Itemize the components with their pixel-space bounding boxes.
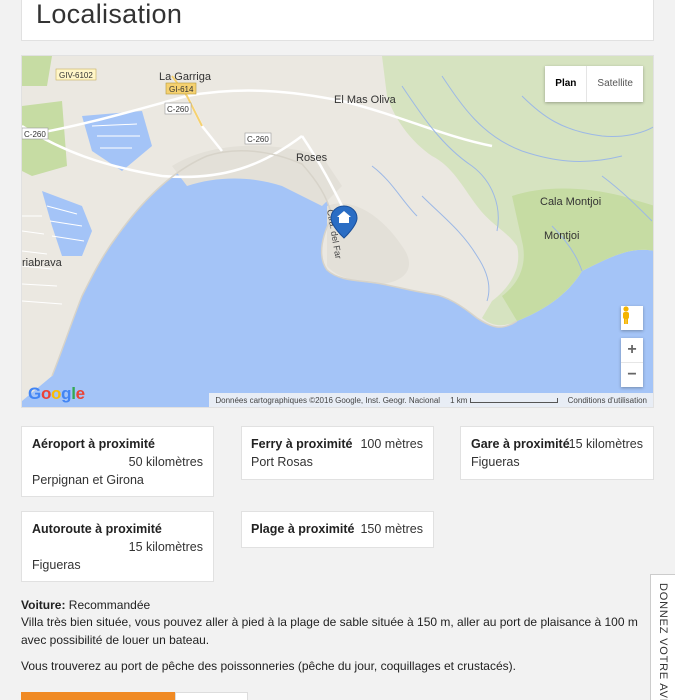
proximity-label: Autoroute à proximité xyxy=(32,522,162,536)
map-type-control: Plan Satellite xyxy=(545,66,643,102)
zoom-out-button[interactable]: − xyxy=(621,363,643,387)
car-value: Recommandée xyxy=(68,598,151,612)
map-attribution-bar: Données cartographiques ©2016 Google, In… xyxy=(209,393,653,407)
proximity-distance: 150 mètres xyxy=(360,522,423,536)
map-label-gi614: GI-614 xyxy=(169,85,194,94)
proximity-place: Figueras xyxy=(32,558,81,572)
secondary-action-button[interactable] xyxy=(175,692,248,700)
description-paragraph-1: Villa très bien située, vous pouvez alle… xyxy=(21,615,638,647)
map-label-c260-a: C-260 xyxy=(167,105,189,114)
street-view-pegman-icon[interactable] xyxy=(621,306,643,330)
map-terms-link[interactable]: Conditions d'utilisation xyxy=(568,396,647,405)
proximity-card-beach: Plage à proximité 150 mètres xyxy=(241,511,434,548)
proximity-card-airport: Aéroport à proximité 50 kilomètres Perpi… xyxy=(21,426,214,497)
map-label-el-mas-oliva: El Mas Oliva xyxy=(334,94,397,106)
feedback-side-tab[interactable]: DONNEZ VOTRE AVIS xyxy=(650,574,675,700)
google-logo[interactable]: Google xyxy=(28,384,85,404)
map-type-satellite-button[interactable]: Satellite xyxy=(587,66,643,102)
map-scale-label: 1 km xyxy=(450,395,468,405)
map-label-montjoi: Montjoi xyxy=(544,230,579,242)
primary-action-button[interactable] xyxy=(21,692,175,700)
map-label-c260-c: C-260 xyxy=(247,135,269,144)
page-title: Localisation xyxy=(36,0,183,29)
proximity-place: Perpignan et Girona xyxy=(32,473,144,487)
map-label-riabrava: riabrava xyxy=(22,257,63,269)
car-info: Voiture: Recommandée xyxy=(21,596,661,614)
proximity-card-highway: Autoroute à proximité 15 kilomètres Figu… xyxy=(21,511,214,582)
google-logo-letter: G xyxy=(28,384,41,403)
proximity-place: Port Rosas xyxy=(251,455,313,469)
proximity-distance: 15 kilomètres xyxy=(128,540,203,554)
proximity-label: Gare à proximité xyxy=(471,437,570,451)
map-label-c260-b: C-260 xyxy=(24,130,46,139)
map-type-plan-button[interactable]: Plan xyxy=(545,66,588,102)
proximity-distance: 15 kilomètres xyxy=(568,437,643,451)
map-label-giv6102: GIV-6102 xyxy=(59,71,93,80)
google-logo-letter: o xyxy=(40,384,52,403)
map-canvas[interactable]: GIV-6102 La Garriga GI-614 C-260 C-260 C… xyxy=(22,56,654,408)
proximity-label: Plage à proximité xyxy=(251,522,355,536)
description-paragraph-2: Vous trouverez au port de pêche des pois… xyxy=(21,659,516,673)
map-label-roses: Roses xyxy=(296,152,328,164)
proximity-distance: 50 kilomètres xyxy=(128,455,203,469)
car-label: Voiture: xyxy=(21,598,66,612)
map-label-la-garriga: La Garriga xyxy=(159,71,212,83)
proximity-place: Figueras xyxy=(471,455,520,469)
map-scale: 1 km xyxy=(450,396,558,405)
section-header: Localisation xyxy=(21,0,654,41)
proximity-card-ferry: Ferry à proximité 100 mètres Port Rosas xyxy=(241,426,434,480)
proximity-distance: 100 mètres xyxy=(360,437,423,451)
proximity-label: Ferry à proximité xyxy=(251,437,353,451)
proximity-label: Aéroport à proximité xyxy=(32,437,155,451)
map-label-cala-montjoi: Cala Montjoi xyxy=(540,196,601,208)
location-map[interactable]: GIV-6102 La Garriga GI-614 C-260 C-260 C… xyxy=(21,55,654,408)
google-logo-letter: o xyxy=(51,384,62,403)
feedback-side-tab-label: DONNEZ VOTRE AVIS xyxy=(657,583,669,700)
map-attribution: Données cartographiques ©2016 Google, In… xyxy=(215,395,441,405)
google-logo-letter: e xyxy=(75,384,85,403)
zoom-in-button[interactable]: + xyxy=(621,338,643,362)
proximity-card-train: Gare à proximité 15 kilomètres Figueras xyxy=(460,426,654,480)
map-scale-bar xyxy=(469,397,558,403)
google-logo-letter: g xyxy=(61,384,72,403)
zoom-control: + − xyxy=(621,338,643,387)
